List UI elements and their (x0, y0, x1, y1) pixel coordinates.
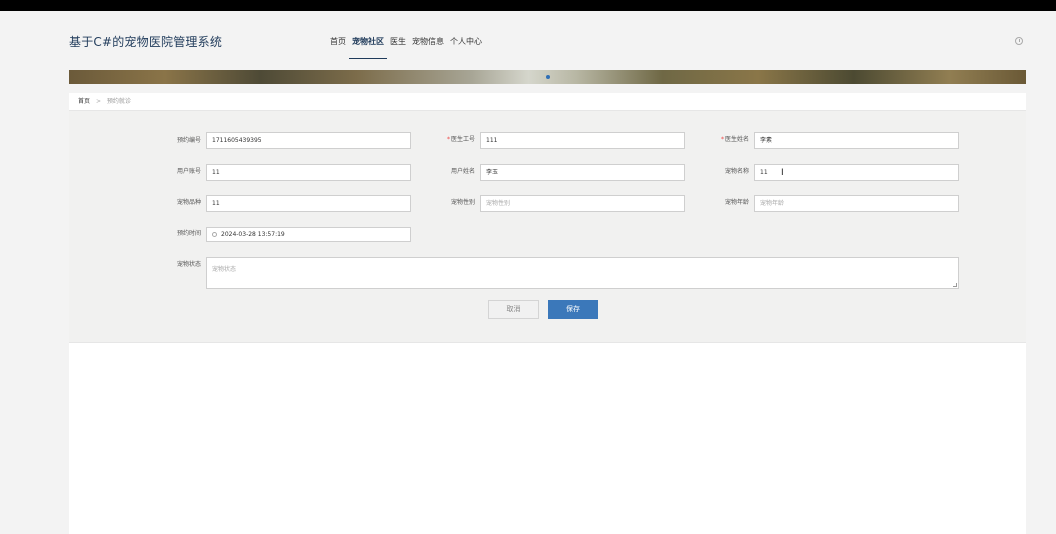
nav-home[interactable]: 首页 (327, 36, 349, 59)
breadcrumb: 首页 > 预约就诊 (69, 93, 1026, 111)
banner-image (69, 70, 1026, 84)
pet-name-label: 宠物名称 (724, 168, 749, 175)
user-account-input[interactable]: 11 (206, 164, 411, 181)
appointment-time-picker[interactable]: 2024-03-28 13:57:19 (206, 227, 411, 242)
nav-doctor[interactable]: 医生 (387, 36, 409, 59)
breadcrumb-separator: > (95, 98, 101, 105)
save-button[interactable]: 保存 (548, 300, 598, 319)
pet-status-label: 宠物状态 (176, 261, 201, 268)
user-name-input[interactable]: 李玉 (480, 164, 685, 181)
content-area (69, 342, 1026, 534)
doctor-id-label: *医生工号 (446, 136, 475, 143)
cancel-button[interactable]: 取消 (488, 300, 539, 319)
breadcrumb-home[interactable]: 首页 (78, 98, 90, 105)
text-cursor-icon: I (781, 168, 784, 178)
doctor-name-input[interactable]: 李素 (754, 132, 959, 149)
user-name-label: 用户姓名 (450, 168, 475, 175)
user-account-label: 用户账号 (176, 168, 201, 175)
pet-breed-label: 宠物品种 (176, 199, 201, 206)
pet-age-input[interactable]: 宠物年龄 (754, 195, 959, 212)
pet-age-label: 宠物年龄 (724, 199, 749, 206)
breadcrumb-current: 预约就诊 (106, 98, 131, 105)
pet-gender-input[interactable]: 宠物性别 (480, 195, 685, 212)
top-black-bar (0, 0, 1056, 11)
pet-gender-label: 宠物性别 (450, 199, 475, 206)
doctor-id-input[interactable]: 111 (480, 132, 685, 149)
appointment-no-label: 预约编号 (176, 137, 201, 144)
carousel-dot[interactable] (546, 75, 550, 79)
appointment-time-label: 预约时间 (176, 230, 201, 237)
nav-pet-info[interactable]: 宠物信息 (409, 36, 447, 59)
date-icon (212, 231, 217, 237)
clock-icon[interactable] (1015, 37, 1023, 45)
appointment-time-value: 2024-03-28 13:57:19 (221, 231, 285, 238)
pet-breed-input[interactable]: 11 (206, 195, 411, 212)
app-title: 基于C#的宠物医院管理系统 (69, 35, 223, 49)
doctor-name-label: *医生姓名 (720, 136, 749, 143)
nav-personal-center[interactable]: 个人中心 (447, 36, 485, 59)
pet-name-input[interactable]: 11 (754, 164, 959, 181)
appointment-no-input[interactable]: 1711605439395 (206, 132, 411, 149)
nav-pet-community[interactable]: 宠物社区 (349, 36, 387, 59)
pet-status-textarea[interactable]: 宠物状态 (206, 257, 959, 289)
resize-handle[interactable] (953, 283, 957, 287)
main-nav: 首页 宠物社区 医生 宠物信息 个人中心 (327, 36, 485, 59)
pet-status-placeholder: 宠物状态 (212, 266, 237, 273)
